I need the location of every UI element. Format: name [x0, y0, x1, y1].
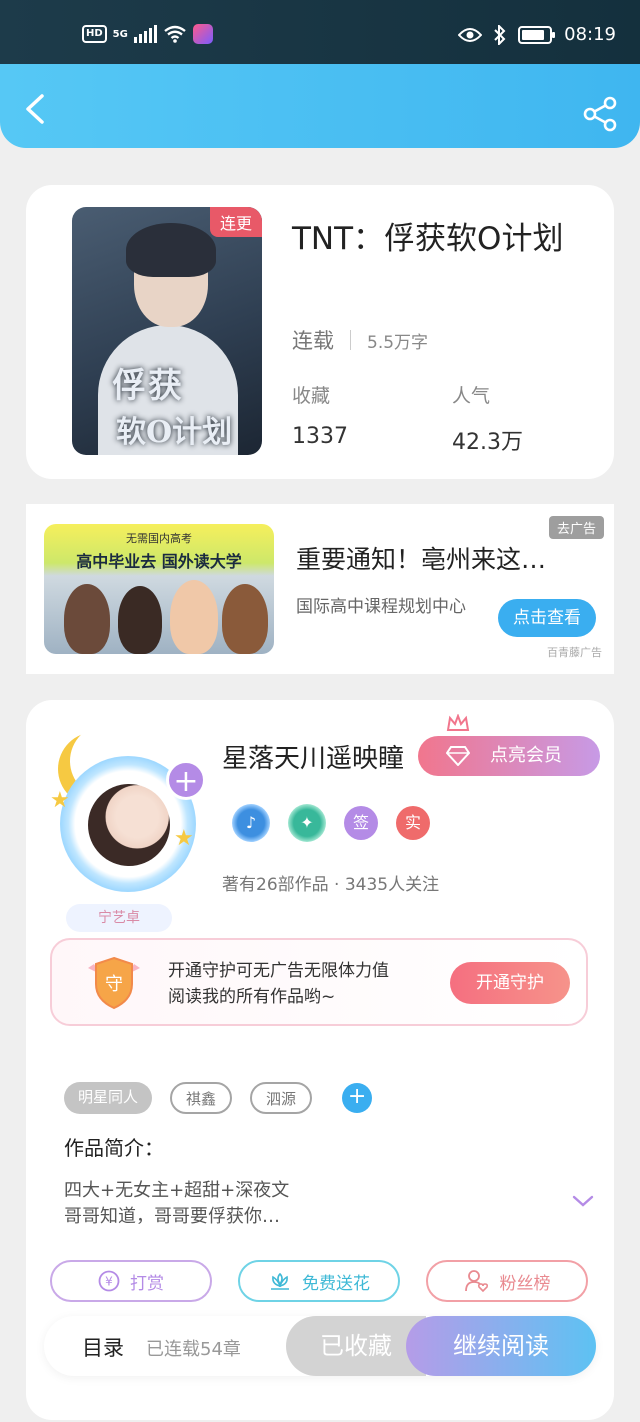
- ad-subtitle: 国际高中课程规划中心: [296, 597, 466, 617]
- vip-member-button[interactable]: 点亮会员: [418, 736, 600, 776]
- share-icon[interactable]: [582, 96, 618, 132]
- continue-reading-button[interactable]: 继续阅读: [406, 1316, 596, 1376]
- vip-member-label: 点亮会员: [490, 745, 562, 766]
- signal-icon: [133, 25, 157, 43]
- ad-banner[interactable]: 无需国内高考 高中毕业去 国外读大学 去广告 重要通知！亳州来这… 国际高中课程…: [26, 504, 614, 674]
- svg-text:守: 守: [105, 974, 123, 995]
- signed-author-badge[interactable]: 签: [344, 806, 378, 840]
- status-bar: HD 5G 08:19: [0, 0, 640, 64]
- serial-update-badge: 连更: [209, 207, 262, 237]
- cover-title-line2: 软O计划: [116, 415, 233, 450]
- open-guardian-button[interactable]: 开通守护: [450, 962, 570, 1004]
- author-avatar[interactable]: ★ ★ + 宁艺卓: [36, 714, 206, 932]
- diamond-icon: [446, 746, 470, 766]
- ad-view-button[interactable]: 点击查看: [498, 599, 596, 637]
- bottom-action-bar: 目录 已连载54章 已收藏 继续阅读: [44, 1316, 596, 1376]
- fan-ranking-button[interactable]: 粉丝榜: [426, 1260, 588, 1302]
- author-card: ★ ★ + 宁艺卓 星落天川遥映瞳 点亮会员 ♪ ✦ 签 实 著有26部作品 ·…: [26, 700, 614, 1420]
- reward-label: 打赏: [130, 1273, 164, 1294]
- stat-value: 1337: [292, 424, 348, 449]
- intro-line1: 四大+无女主+超甜+深夜文: [64, 1180, 290, 1201]
- ad-image-caption: 无需国内高考: [126, 532, 192, 545]
- star-icon: ★: [50, 788, 70, 813]
- book-meta: 连载 5.5万字: [292, 325, 428, 355]
- ad-person: [222, 584, 268, 654]
- free-flower-button[interactable]: 免费送花: [238, 1260, 400, 1302]
- intro-heading: 作品简介：: [64, 1136, 164, 1160]
- crown-icon: [446, 714, 470, 731]
- eye-icon: [458, 27, 483, 42]
- verified-badge[interactable]: 实: [396, 806, 430, 840]
- word-count: 5.5万字: [367, 332, 429, 353]
- stat-popularity: 人气 42.3万: [452, 381, 523, 456]
- ad-title[interactable]: 重要通知！亳州来这…: [296, 540, 546, 576]
- chapter-count: 已连载54章: [146, 1339, 241, 1360]
- action-buttons: ¥ 打赏 免费送花 粉丝榜: [50, 1260, 588, 1302]
- author-badges: ♪ ✦ 签 实: [232, 804, 430, 842]
- svg-text:¥: ¥: [105, 1275, 113, 1289]
- cover-figure-hair: [126, 223, 216, 277]
- guardian-description: 开通守护可无广告无限体力值 阅读我的所有作品哟~: [168, 958, 389, 1010]
- stat-label: 人气: [452, 385, 491, 407]
- guardian-line2: 阅读我的所有作品哟~: [168, 987, 336, 1007]
- status-bar-right: 08:19: [458, 24, 616, 45]
- status-bar-left: HD 5G: [82, 24, 213, 44]
- book-cover[interactable]: 俘获 软O计划 连更: [72, 207, 262, 455]
- ad-image-headline: 高中毕业去 国外读大学: [76, 552, 242, 571]
- book-status: 连载: [292, 329, 334, 353]
- app-notification-icon: [192, 24, 213, 44]
- user-heart-icon: [464, 1270, 488, 1293]
- guardian-line1: 开通守护可无广告无限体力值: [168, 961, 389, 981]
- author-stats: 著有26部作品 · 3435人关注: [222, 875, 440, 895]
- meta-divider: [350, 330, 351, 350]
- music-medal-icon[interactable]: ♪: [232, 804, 270, 842]
- status-time: 08:19: [564, 24, 616, 45]
- add-tag-button[interactable]: +: [342, 1083, 373, 1113]
- battery-icon: [518, 25, 556, 44]
- stat-label: 收藏: [292, 385, 331, 407]
- yen-coin-icon: ¥: [98, 1270, 120, 1292]
- guardian-banner: 守 开通守护可无广告无限体力值 阅读我的所有作品哟~ 开通守护: [50, 938, 588, 1026]
- ad-source-label: 百青藤广告: [547, 646, 602, 659]
- handshake-medal-icon[interactable]: ✦: [288, 804, 326, 842]
- back-chevron-icon[interactable]: [22, 94, 48, 124]
- stat-value: 42.3万: [452, 430, 523, 455]
- cover-title-line1: 俘获: [112, 366, 184, 406]
- author-name[interactable]: 星落天川遥映瞳: [222, 738, 404, 775]
- ad-person: [170, 580, 218, 654]
- book-title: TNT：俘获软O计划: [292, 221, 564, 257]
- stat-favorites: 收藏 1337: [292, 381, 348, 449]
- tag-list: 明星同人 祺鑫 泗源 +: [64, 1082, 373, 1114]
- expand-chevron-icon[interactable]: [572, 1194, 594, 1208]
- wifi-icon: [164, 25, 186, 43]
- hd-icon: HD: [82, 25, 107, 43]
- intro-text: 四大+无女主+超甜+深夜文 哥哥知道，哥哥要俘获你…: [64, 1178, 289, 1230]
- follow-plus-button[interactable]: +: [166, 760, 206, 800]
- ad-person: [118, 586, 162, 654]
- table-of-contents-button[interactable]: 目录: [82, 1332, 124, 1362]
- book-info-card: 俘获 软O计划 连更 TNT：俘获软O计划 连载 5.5万字 收藏 1337 人…: [26, 185, 614, 479]
- intro-line2: 哥哥知道，哥哥要俘获你…: [64, 1206, 280, 1227]
- bluetooth-icon: [494, 24, 506, 45]
- favorited-button[interactable]: 已收藏: [286, 1316, 426, 1376]
- avatar-image: [88, 784, 170, 866]
- ad-image[interactable]: 无需国内高考 高中毕业去 国外读大学: [44, 524, 274, 654]
- signal-5g-label: 5G: [112, 28, 128, 40]
- tag-item[interactable]: 泗源: [250, 1082, 313, 1114]
- reward-button[interactable]: ¥ 打赏: [50, 1260, 212, 1302]
- guard-shield-icon: 守: [88, 956, 140, 1010]
- tag-item[interactable]: 祺鑫: [170, 1082, 233, 1114]
- top-header: [0, 64, 640, 148]
- tag-item[interactable]: 明星同人: [64, 1082, 153, 1114]
- ad-person: [64, 584, 110, 654]
- free-flower-label: 免费送花: [302, 1273, 370, 1294]
- flower-icon: [271, 1272, 289, 1290]
- fan-ranking-label: 粉丝榜: [499, 1273, 551, 1294]
- avatar-name-plate: 宁艺卓: [66, 904, 172, 932]
- star-icon: ★: [174, 826, 194, 851]
- remove-ad-button[interactable]: 去广告: [548, 516, 604, 539]
